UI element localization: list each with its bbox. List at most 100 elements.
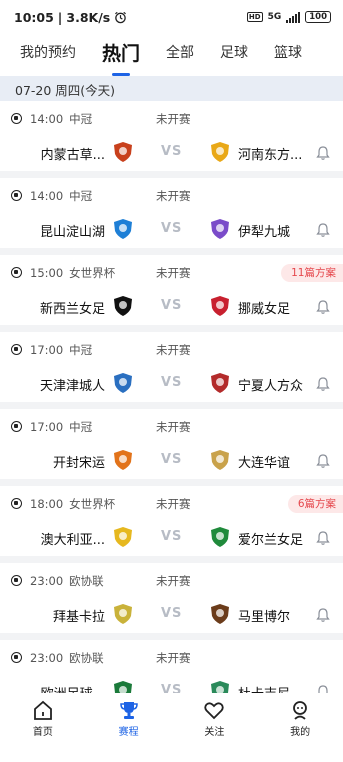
bell-icon[interactable] [315, 453, 331, 469]
home-team-logo [112, 526, 134, 548]
home-team-name: 拜基卡拉 [52, 610, 105, 625]
profile-icon [293, 701, 308, 720]
away-team-logo [209, 218, 231, 240]
match-time: 23:00 [30, 574, 64, 588]
match-card[interactable]: 14:00 中冠 未开赛 内蒙古草... VS 河南东方... [0, 101, 343, 171]
away-team-logo [209, 372, 231, 394]
vs-label: VS [161, 452, 183, 467]
battery-icon: 100 [305, 11, 331, 23]
match-list: 14:00 中冠 未开赛 内蒙古草... VS 河南东方... 14:00 中冠 未开赛 昆山淀山… [0, 101, 343, 717]
bell-icon[interactable] [315, 376, 331, 392]
team-crest-icon [114, 527, 132, 547]
home-team-logo [112, 295, 134, 317]
home-team-name: 开封宋运 [52, 456, 105, 471]
match-meta: 17:00 中冠 [30, 342, 92, 358]
net-speed: 3.8K/s [66, 9, 111, 25]
match-time: 23:00 [30, 651, 64, 665]
team-crest-icon [211, 142, 229, 162]
nav-label: 我的 [290, 727, 311, 738]
match-status: 未开赛 [156, 189, 191, 203]
tab-2[interactable]: 全部 [166, 42, 194, 62]
tab-4[interactable]: 篮球 [274, 42, 302, 62]
soccer-ball-icon [11, 190, 22, 201]
league-name: 中冠 [69, 420, 93, 434]
home-icon [33, 700, 52, 720]
match-meta: 17:00 中冠 [30, 419, 92, 435]
network-type: 5G [267, 12, 282, 22]
signal-icon [286, 11, 301, 23]
team-crest-icon [114, 604, 132, 624]
bell-icon[interactable] [315, 299, 331, 315]
vs-label: VS [161, 529, 183, 544]
tab-label: 我的预约 [20, 45, 76, 61]
vs-label: VS [161, 144, 183, 159]
away-team-name: 挪威女足 [238, 302, 291, 317]
nav-profile[interactable]: 我的 [257, 693, 343, 762]
home-team-logo [112, 449, 134, 471]
away-team-logo [209, 141, 231, 163]
vs-label: VS [161, 375, 183, 390]
soccer-ball-icon [11, 498, 22, 509]
away-team-name: 宁夏人方众 [238, 379, 304, 394]
team-crest-icon [211, 527, 229, 547]
match-status: 未开赛 [156, 574, 191, 588]
team-crest-icon [211, 373, 229, 393]
match-status: 未开赛 [156, 266, 191, 280]
nav-label: 关注 [204, 727, 225, 738]
tab-label: 足球 [220, 45, 249, 61]
team-crest-icon [211, 450, 229, 470]
plans-badge[interactable]: 11篇方案 [281, 264, 343, 282]
trophy-icon [119, 702, 138, 719]
bell-icon[interactable] [315, 530, 331, 546]
soccer-ball-icon [11, 652, 22, 663]
tab-1[interactable]: 热门 [102, 39, 141, 76]
vs-label: VS [161, 606, 183, 621]
match-card[interactable]: 18:00 女世界杯 未开赛 6篇方案 澳大利亚... VS 爱尔兰女足 [0, 486, 343, 556]
team-crest-icon [114, 450, 132, 470]
vs-label: VS [161, 221, 183, 236]
league-name: 中冠 [69, 343, 93, 357]
tab-label: 篮球 [274, 45, 303, 61]
away-team-logo [209, 603, 231, 625]
soccer-ball-icon [11, 575, 22, 586]
team-crest-icon [211, 219, 229, 239]
home-team-logo [112, 218, 134, 240]
home-team-name: 天津津城人 [39, 379, 105, 394]
match-meta: 14:00 中冠 [30, 188, 92, 204]
tab-label: 热门 [102, 42, 141, 65]
bell-icon[interactable] [315, 145, 331, 161]
home-team-name: 澳大利亚... [40, 533, 105, 548]
match-meta: 23:00 欧协联 [30, 573, 104, 589]
tab-3[interactable]: 足球 [220, 42, 248, 62]
alarm-icon [115, 11, 127, 23]
league-name: 中冠 [69, 112, 93, 126]
nav-heart[interactable]: 关注 [172, 693, 258, 762]
tab-label: 全部 [166, 45, 195, 61]
home-team-name: 昆山淀山湖 [39, 225, 105, 240]
tab-0[interactable]: 我的预约 [20, 42, 76, 62]
match-meta: 14:00 中冠 [30, 111, 92, 127]
bell-icon[interactable] [315, 607, 331, 623]
league-name: 女世界杯 [69, 497, 116, 511]
match-card[interactable]: 17:00 中冠 未开赛 天津津城人 VS 宁夏人方众 [0, 332, 343, 402]
match-meta: 23:00 欧协联 [30, 650, 104, 666]
nav-home[interactable]: 首页 [0, 693, 86, 762]
match-status: 未开赛 [156, 651, 191, 665]
soccer-ball-icon [11, 113, 22, 124]
away-team-name: 爱尔兰女足 [238, 533, 304, 548]
heart-icon [204, 702, 225, 720]
tab-bar: 我的预约 热门 全部 足球 篮球 [0, 34, 343, 76]
bell-icon[interactable] [315, 222, 331, 238]
nav-trophy[interactable]: 赛程 [86, 693, 172, 762]
match-card[interactable]: 14:00 中冠 未开赛 昆山淀山湖 VS 伊犁九城 [0, 178, 343, 248]
match-card[interactable]: 23:00 欧协联 未开赛 拜基卡拉 VS 马里博尔 [0, 563, 343, 633]
plans-badge[interactable]: 6篇方案 [287, 495, 343, 513]
hd-badge: HD [246, 12, 263, 22]
match-card[interactable]: 17:00 中冠 未开赛 开封宋运 VS 大连华谊 [0, 409, 343, 479]
match-card[interactable]: 15:00 女世界杯 未开赛 11篇方案 新西兰女足 VS 挪威女足 [0, 255, 343, 325]
match-status: 未开赛 [156, 112, 191, 126]
status-bar: 10:05 | 3.8K/s HD 5G 100 [0, 0, 343, 34]
home-team-name: 内蒙古草... [40, 148, 105, 163]
away-team-logo [209, 295, 231, 317]
home-team-logo [112, 141, 134, 163]
